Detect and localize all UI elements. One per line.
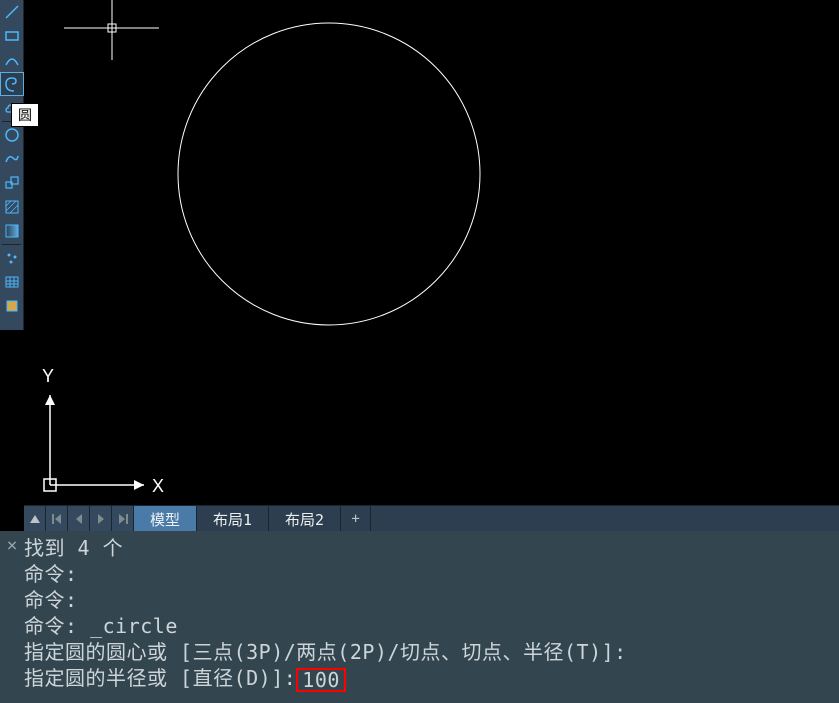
layout-tabs-row: 模型 布局1 布局2 + [24, 505, 839, 531]
gradient-tool[interactable] [0, 219, 24, 243]
hatch-tool[interactable] [0, 195, 24, 219]
arc-tool[interactable] [0, 48, 24, 72]
drawing-canvas[interactable]: X Y [24, 0, 839, 504]
line-tool[interactable] [0, 0, 24, 24]
curve-tool[interactable] [0, 147, 24, 171]
point-tool[interactable] [0, 246, 24, 270]
tab-last-button[interactable] [112, 506, 134, 532]
command-line: 命令: [24, 587, 839, 613]
command-line: 命令: [24, 561, 839, 587]
drawn-circle[interactable] [178, 23, 480, 325]
crosshair-cursor [64, 0, 159, 60]
tab-layout1[interactable]: 布局1 [197, 506, 269, 532]
command-history: 找到 4 个 命令: 命令: 命令: _circle 指定圆的圆心或 [三点(3… [24, 531, 839, 703]
tab-add-button[interactable]: + [341, 506, 371, 531]
ucs-icon: X Y [42, 366, 164, 496]
tab-menu-button[interactable] [24, 506, 46, 532]
table-tool[interactable] [0, 270, 24, 294]
command-line: 指定圆的圆心或 [三点(3P)/两点(2P)/切点、切点、半径(T)]: [24, 639, 839, 665]
tab-next-button[interactable] [90, 506, 112, 532]
tab-first-button[interactable] [46, 506, 68, 532]
command-input-line[interactable]: 指定圆的半径或 [直径(D)]:100 [24, 665, 839, 692]
draw-toolbar [0, 0, 24, 330]
command-input-value[interactable]: 100 [296, 668, 346, 692]
circle-tooltip: 圆 [11, 103, 39, 127]
tab-prev-button[interactable] [68, 506, 90, 532]
command-line: 找到 4 个 [24, 535, 839, 561]
command-line: 命令: _circle [24, 613, 839, 639]
command-window: × 找到 4 个 命令: 命令: 命令: _circle 指定圆的圆心或 [三点… [0, 531, 839, 703]
scale-tool[interactable] [0, 171, 24, 195]
tab-layout2[interactable]: 布局2 [269, 506, 341, 532]
tab-model[interactable]: 模型 [134, 506, 197, 532]
command-prompt: 指定圆的半径或 [直径(D)]: [24, 666, 296, 690]
separator [2, 244, 21, 245]
spiral-tool[interactable] [0, 72, 24, 96]
svg-text:X: X [152, 476, 164, 496]
region-tool[interactable] [0, 294, 24, 318]
command-close-button[interactable]: × [0, 531, 24, 703]
svg-text:Y: Y [42, 366, 54, 386]
rectangle-tool[interactable] [0, 24, 24, 48]
